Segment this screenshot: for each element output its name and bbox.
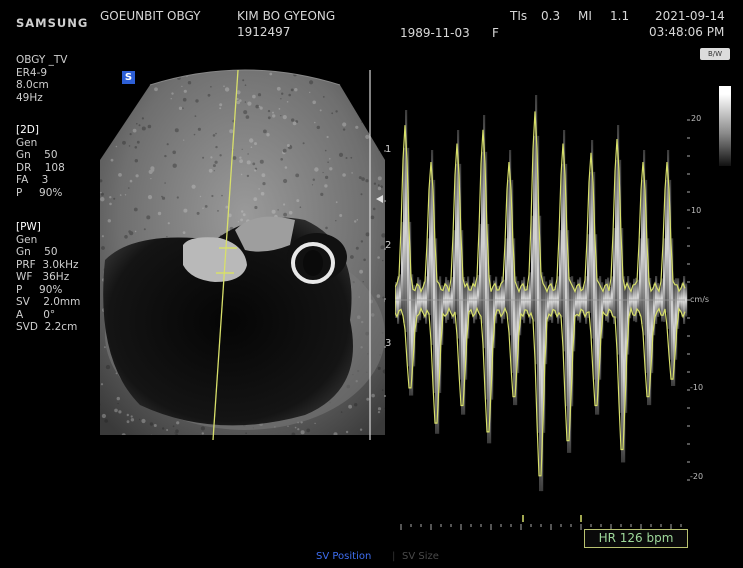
mode-pw-panel: [PW] Gen Gn 50 PRF 3.0kHz WF 36Hz P 90% SV 2.… [16, 221, 80, 334]
bmode-image[interactable] [95, 60, 395, 450]
transducer-name: ER4-9 [16, 66, 48, 79]
mode-2d-row: Gen [16, 136, 38, 149]
mode-pw-row: P 90% [16, 283, 63, 296]
tis-value: 0.3 [541, 9, 561, 23]
patient-name: KIM BO GYEONG [237, 9, 336, 23]
ultrasound-screen: SAMSUNG GOEUNBIT OBGY KIM BO GYEONG 1912… [0, 0, 743, 568]
mode-2d-row: DR 108 [16, 161, 65, 174]
focus-marker-icon[interactable] [374, 194, 384, 204]
birth-date: 1989-11-03 [400, 26, 470, 40]
velocity-label-neg20: -20 [690, 472, 704, 481]
frame-rate: 49Hz [16, 91, 43, 104]
institution-name: GOEUNBIT OBGY [100, 9, 201, 23]
mode-pw-rows: Gen Gn 50 PRF 3.0kHz WF 36Hz P 90% SV 2.0mm A … [16, 234, 80, 334]
mode-2d-row: P 90% [16, 186, 63, 199]
mode-2d-panel: [2D] Gen Gn 50 DR 108 FA 3P 90% [16, 124, 65, 199]
mode-pw-row: WF 36Hz [16, 271, 70, 283]
velocity-label-10: 10 [691, 206, 702, 215]
exam-time: 03:48:06 PM [649, 25, 725, 39]
doppler-spectrum[interactable] [395, 60, 695, 530]
velocity-unit: cm/s [690, 295, 710, 304]
preset-name: OBGY _TV [16, 54, 68, 66]
tab-separator: | [392, 551, 396, 562]
brand-logo: SAMSUNG [16, 16, 89, 30]
mode-pw-row: A 0° [16, 308, 56, 321]
probe-info: OBGY _TV ER4-9 8.0cm 49Hz [16, 54, 68, 104]
exam-date: 2021-09-14 [655, 9, 725, 23]
mode-2d-title: [2D] [16, 124, 39, 136]
heart-rate-readout: HR 126 bpm [584, 529, 688, 548]
image-depth: 8.0cm [16, 79, 49, 91]
tis-label: TIs [510, 9, 528, 23]
velocity-label-20: 20 [691, 114, 702, 123]
depth-ticks [384, 150, 386, 397]
mode-pw-row: SVD 2.2cm [16, 321, 78, 333]
mode-2d-row: Gn 50 [16, 149, 58, 161]
tab-sv-size[interactable]: SV Size [402, 551, 439, 562]
tab-sv-position[interactable]: SV Position [316, 551, 371, 562]
mode-pw-row: Gen [16, 233, 38, 246]
mode-2d-rows: Gen Gn 50 DR 108 FA 3P 90% [16, 137, 65, 200]
bw-map-icon[interactable]: B/W [700, 48, 730, 60]
patient-sex: F [492, 26, 499, 40]
mi-value: 1.1 [610, 9, 630, 23]
grayscale-bar [719, 86, 731, 166]
mode-pw-row: PRF 3.0kHz [16, 258, 79, 271]
mode-2d-row: FA 3 [16, 174, 49, 186]
mode-pw-row: SV 2.0mm [16, 296, 81, 308]
velocity-label-neg10: -10 [690, 383, 704, 392]
mi-label: MI [578, 9, 592, 23]
patient-id: 1912497 [237, 25, 291, 39]
mode-pw-row: Gn 50 [16, 246, 58, 258]
mode-pw-title: [PW] [16, 221, 41, 233]
